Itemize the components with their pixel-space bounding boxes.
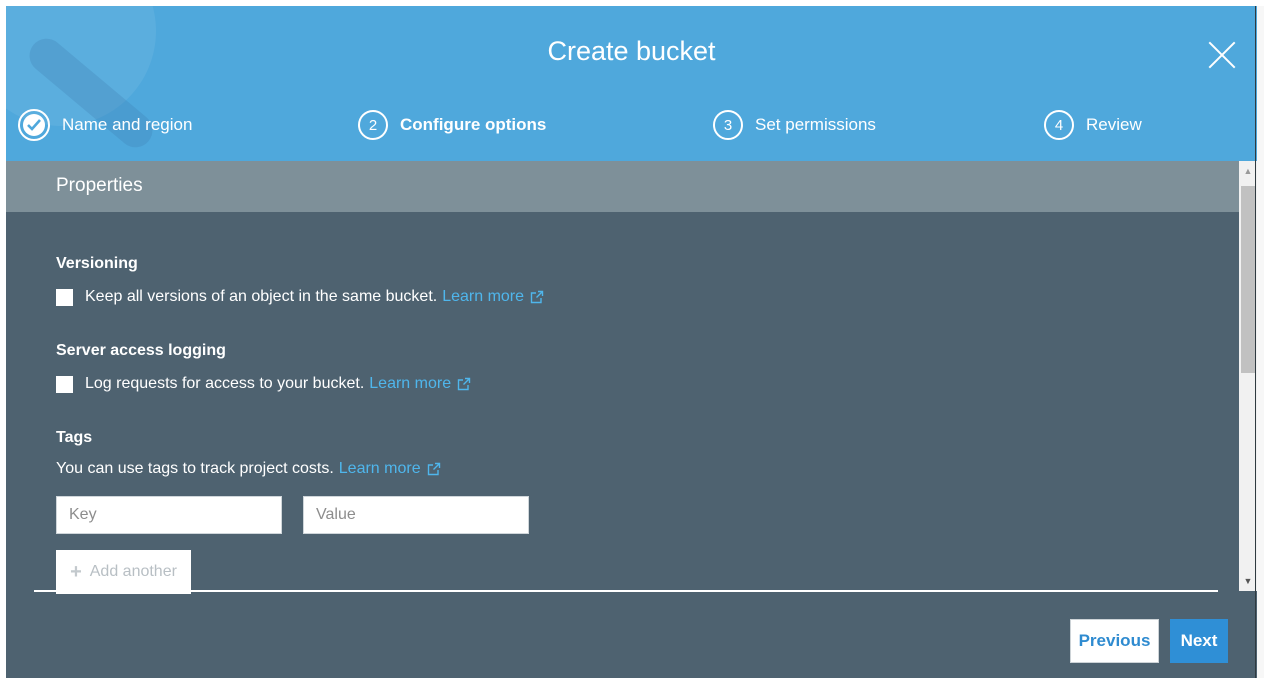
step-label: Configure options [400,115,547,134]
step-number: 4 [1044,110,1074,140]
versioning-learn-more-link[interactable]: Learn more [442,288,544,306]
tag-value-input[interactable] [303,496,529,534]
add-another-tag-button[interactable]: + Add another [56,550,191,594]
properties-header: Properties [6,161,1239,212]
content-divider [34,590,1218,592]
logging-learn-more-link[interactable]: Learn more [369,375,471,393]
background-page-edge [1257,6,1264,678]
versioning-title: Versioning [56,255,138,272]
properties-content: Versioning Keep all versions of an objec… [6,212,1239,594]
logging-checkbox[interactable] [56,375,73,393]
step-label: Name and region [62,115,193,134]
dialog-header: Create bucket Name and region 2 Configur… [6,6,1257,161]
close-icon[interactable] [1207,40,1237,70]
add-another-label: Add another [89,563,177,580]
plus-icon: + [70,560,82,583]
versioning-checkbox[interactable] [56,288,73,306]
logging-label: Log requests for access to your bucket. [85,375,365,392]
logging-row: Log requests for access to your bucket. … [56,375,471,393]
external-link-icon [530,290,544,304]
external-link-icon [457,377,471,391]
next-button[interactable]: Next [1170,619,1228,663]
dialog-title: Create bucket [547,36,716,66]
versioning-row: Keep all versions of an object in the sa… [56,288,544,306]
step-number: 3 [713,110,743,140]
previous-button[interactable]: Previous [1070,619,1159,663]
scrollbar-thumb[interactable] [1241,186,1255,373]
properties-header-label: Properties [56,175,143,196]
window-edge-line [1255,6,1256,678]
external-link-icon [427,462,440,476]
create-bucket-dialog: Create bucket Name and region 2 Configur… [6,6,1257,678]
logging-title: Server access logging [56,342,226,359]
tags-learn-more-link[interactable]: Learn more [339,460,441,478]
learn-more-text: Learn more [338,460,421,477]
tags-description: You can use tags to track project costs. [56,460,334,477]
step-label: Review [1086,115,1142,134]
learn-more-text: Learn more [369,375,452,392]
tags-title: Tags [56,429,93,446]
tags-description-row: You can use tags to track project costs.… [56,460,441,478]
versioning-label: Keep all versions of an object in the sa… [85,288,438,305]
check-circle-icon [18,109,50,141]
learn-more-text: Learn more [442,288,525,305]
step-review[interactable]: 4 Review [1044,110,1142,140]
tag-key-input[interactable] [56,496,282,534]
step-number: 2 [358,110,388,140]
step-set-permissions[interactable]: 3 Set permissions [713,110,876,140]
step-label: Set permissions [755,115,876,134]
step-configure-options[interactable]: 2 Configure options [358,110,546,140]
step-name-and-region[interactable]: Name and region [18,109,193,141]
